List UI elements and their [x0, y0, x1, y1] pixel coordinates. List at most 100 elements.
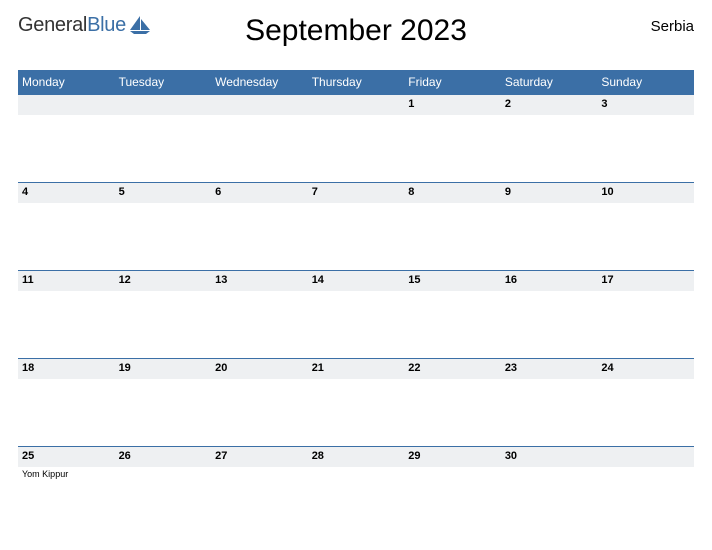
day-event	[308, 379, 405, 383]
day-number: 29	[404, 446, 501, 467]
calendar-cell: 16	[501, 270, 598, 358]
calendar-cell: 5	[115, 182, 212, 270]
calendar-cell: 20	[211, 358, 308, 446]
calendar-cell: 30	[501, 446, 598, 534]
day-event	[211, 203, 308, 207]
calendar-cell: 3	[597, 94, 694, 182]
day-event	[18, 115, 115, 119]
day-event	[501, 291, 598, 295]
day-event	[115, 115, 212, 119]
day-number: 30	[501, 446, 598, 467]
day-event	[308, 467, 405, 471]
day-event	[597, 291, 694, 295]
day-number: 26	[115, 446, 212, 467]
calendar-cell: 29	[404, 446, 501, 534]
calendar-cell: 7	[308, 182, 405, 270]
day-event	[501, 203, 598, 207]
day-number: 3	[597, 94, 694, 115]
day-event	[211, 291, 308, 295]
calendar-cell: .	[18, 94, 115, 182]
calendar-week-row: 18192021222324	[18, 358, 694, 446]
calendar-cell: 11	[18, 270, 115, 358]
calendar-cell: 8	[404, 182, 501, 270]
day-number: 17	[597, 270, 694, 291]
day-number: 7	[308, 182, 405, 203]
day-number: 19	[115, 358, 212, 379]
header: GeneralBlue September 2023 Serbia	[18, 12, 694, 64]
day-number: .	[115, 94, 212, 115]
calendar-cell: 19	[115, 358, 212, 446]
day-event	[211, 467, 308, 471]
calendar-cell: 26	[115, 446, 212, 534]
day-event	[308, 203, 405, 207]
day-number: 1	[404, 94, 501, 115]
calendar-cell: 13	[211, 270, 308, 358]
calendar-cell: 6	[211, 182, 308, 270]
day-number: 12	[115, 270, 212, 291]
day-header: Saturday	[501, 70, 598, 94]
calendar-cell: 15	[404, 270, 501, 358]
day-event	[404, 379, 501, 383]
day-header: Thursday	[308, 70, 405, 94]
day-number: 27	[211, 446, 308, 467]
day-number: 28	[308, 446, 405, 467]
day-number: 6	[211, 182, 308, 203]
calendar-cell: 2	[501, 94, 598, 182]
day-number: 18	[18, 358, 115, 379]
calendar-week-row: 25Yom Kippur2627282930.	[18, 446, 694, 534]
day-header: Friday	[404, 70, 501, 94]
calendar-cell: .	[115, 94, 212, 182]
calendar-cell: .	[597, 446, 694, 534]
day-number: 25	[18, 446, 115, 467]
calendar-cell: 25Yom Kippur	[18, 446, 115, 534]
day-event	[18, 379, 115, 383]
calendar-cell: 9	[501, 182, 598, 270]
day-event	[308, 291, 405, 295]
day-number: .	[211, 94, 308, 115]
day-event: Yom Kippur	[18, 467, 115, 481]
calendar-cell: 23	[501, 358, 598, 446]
calendar-cell: 27	[211, 446, 308, 534]
day-header-row: Monday Tuesday Wednesday Thursday Friday…	[18, 70, 694, 94]
calendar-cell: .	[211, 94, 308, 182]
day-number: 14	[308, 270, 405, 291]
day-number: .	[597, 446, 694, 467]
day-event	[597, 379, 694, 383]
day-number: 9	[501, 182, 598, 203]
calendar-week-row: ....123	[18, 94, 694, 182]
day-event	[501, 115, 598, 119]
day-number: 10	[597, 182, 694, 203]
day-event	[115, 203, 212, 207]
day-event	[404, 291, 501, 295]
day-event	[308, 115, 405, 119]
day-number: 2	[501, 94, 598, 115]
calendar-cell: 22	[404, 358, 501, 446]
day-number: 11	[18, 270, 115, 291]
calendar-cell: 12	[115, 270, 212, 358]
day-header: Wednesday	[211, 70, 308, 94]
day-event	[597, 203, 694, 207]
day-header: Tuesday	[115, 70, 212, 94]
calendar-cell: 17	[597, 270, 694, 358]
calendar-cell: 21	[308, 358, 405, 446]
day-event	[404, 203, 501, 207]
day-event	[501, 467, 598, 471]
day-number: 24	[597, 358, 694, 379]
calendar-cell: 10	[597, 182, 694, 270]
day-number: 16	[501, 270, 598, 291]
day-number: 4	[18, 182, 115, 203]
day-number: .	[308, 94, 405, 115]
day-event	[597, 115, 694, 119]
day-event	[501, 379, 598, 383]
day-number: 22	[404, 358, 501, 379]
day-event	[115, 291, 212, 295]
day-event	[211, 379, 308, 383]
calendar-week-row: 45678910	[18, 182, 694, 270]
day-event	[115, 467, 212, 471]
day-number: 20	[211, 358, 308, 379]
calendar-cell: 14	[308, 270, 405, 358]
day-event	[115, 379, 212, 383]
day-number: 8	[404, 182, 501, 203]
calendar-week-row: 11121314151617	[18, 270, 694, 358]
calendar-cell: 18	[18, 358, 115, 446]
